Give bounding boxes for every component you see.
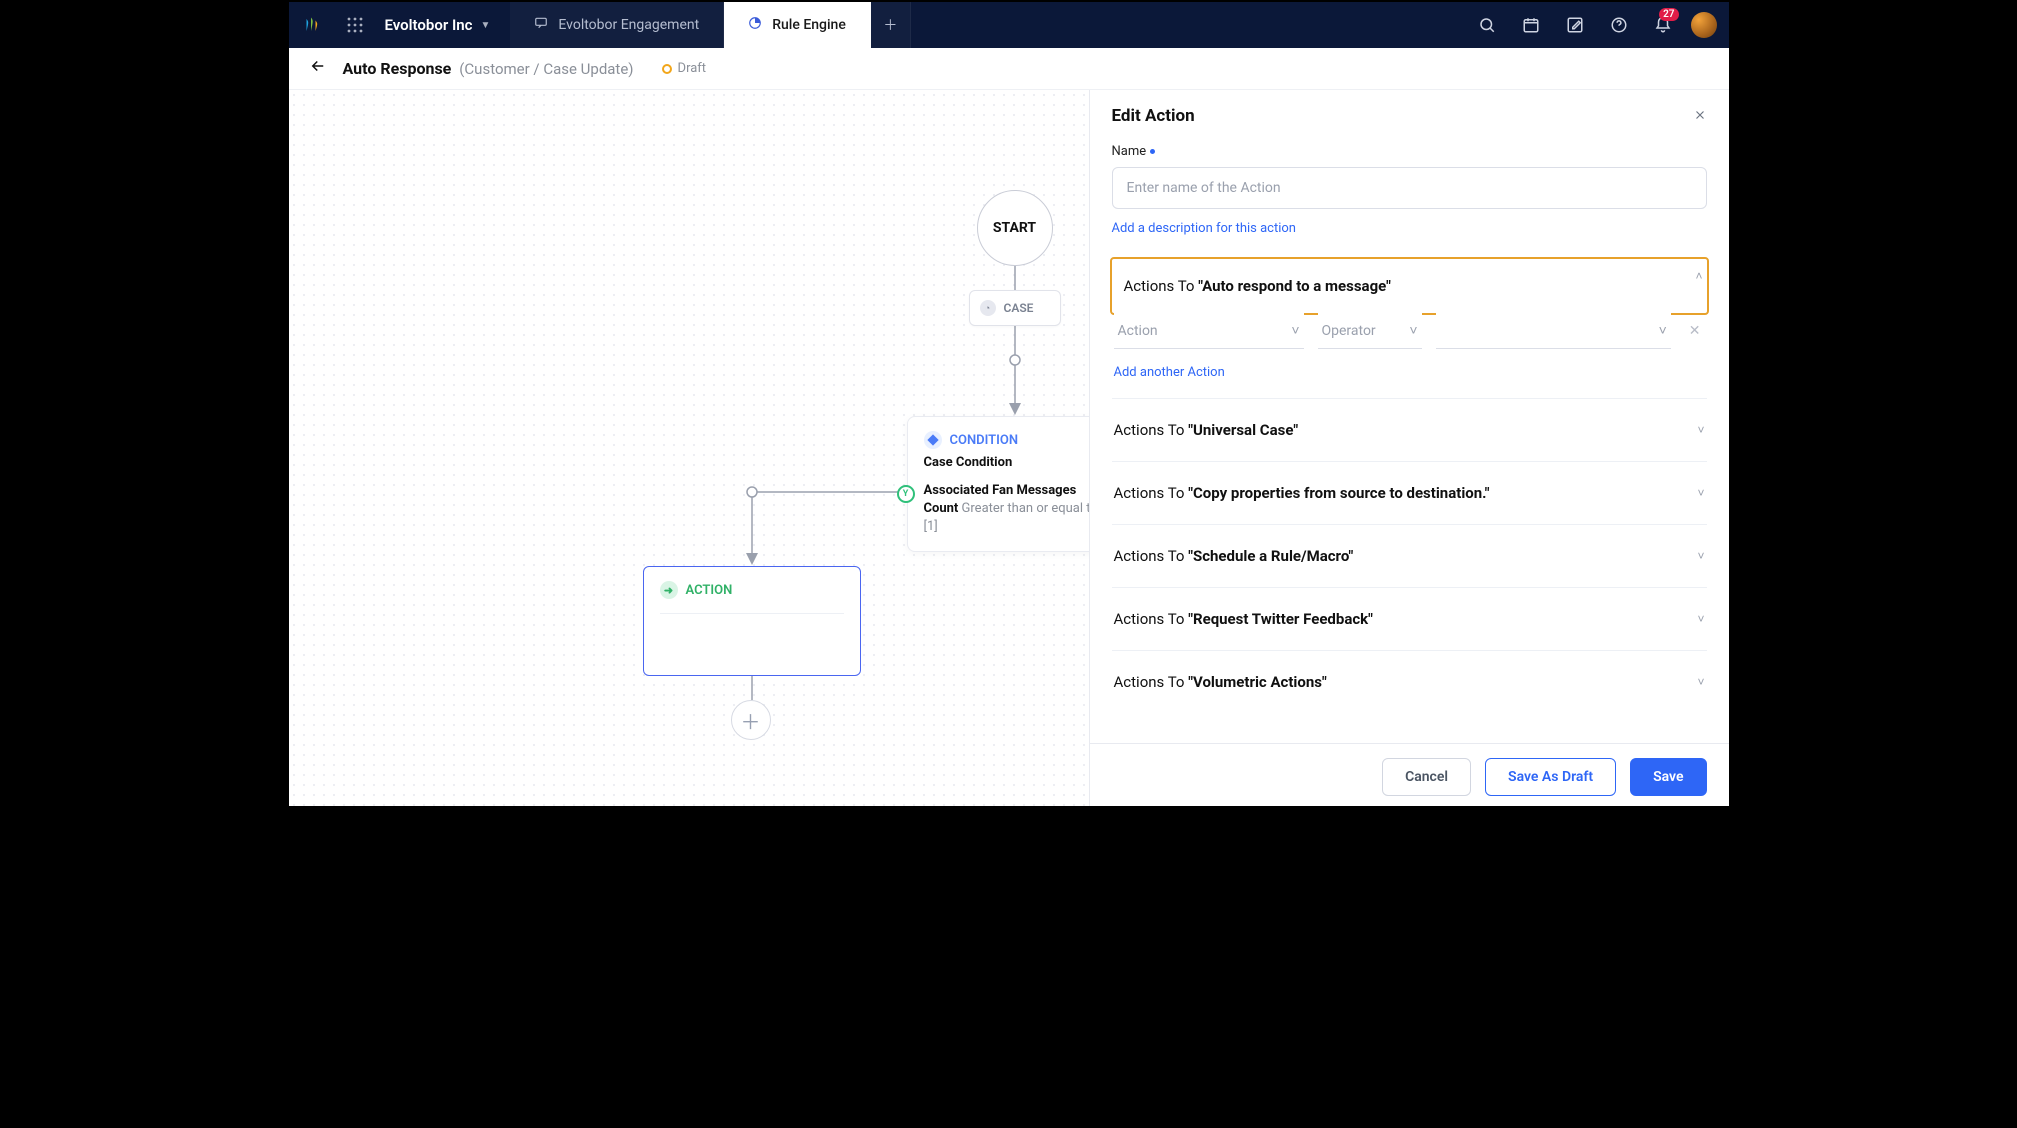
close-panel-button[interactable] [1693,107,1707,126]
actions-section-schedule-rule: Actions To "Schedule a Rule/Macro" ˅ [1112,525,1707,588]
chevron-down-icon: ˅ [1697,612,1704,626]
section-header[interactable]: Actions To "Universal Case" ˅ [1112,399,1707,461]
action-icon: ➜ [660,581,678,599]
tab-engagement[interactable]: Evoltobor Engagement [510,2,724,48]
condition-badge: CONDITION [950,433,1019,448]
actions-section-auto-respond: Actions To "Auto respond to a message" ˄… [1112,257,1707,399]
user-avatar[interactable] [1691,12,1717,38]
flow-case-node[interactable]: ◔ CASE [969,290,1061,326]
panel-footer: Cancel Save As Draft Save [1090,743,1729,808]
chevron-down-icon: ˅ [1659,322,1667,339]
section-header[interactable]: Actions To "Volumetric Actions" ˅ [1112,651,1707,713]
remove-row-button[interactable]: ✕ [1685,323,1705,339]
back-arrow-icon[interactable] [309,57,327,80]
section-header[interactable]: Actions To "Schedule a Rule/Macro" ˅ [1112,525,1707,587]
divider [660,613,844,614]
status-text: Draft [678,61,707,76]
operator-select[interactable]: Operator ˅ [1318,313,1422,349]
top-bar: Evoltobor Inc ▼ Evoltobor Engagement Rul… [289,2,1729,48]
chevron-down-icon: ˅ [1409,322,1417,339]
actions-section-universal-case: Actions To "Universal Case" ˅ [1112,399,1707,462]
action-select[interactable]: Action ˅ [1114,313,1304,349]
yes-branch-badge: Y [897,485,915,503]
condition-subtitle: Case Condition [924,455,1089,470]
action-config-row: Action ˅ Operator ˅ ˅ ✕ [1114,313,1705,349]
add-step-button[interactable]: ＋ [731,700,771,740]
section-header[interactable]: Actions To "Copy properties from source … [1112,462,1707,524]
save-as-draft-button[interactable]: Save As Draft [1485,758,1616,796]
notifications-icon[interactable]: 27 [1643,2,1683,48]
brand-logo [289,16,333,34]
org-switcher[interactable]: Evoltobor Inc ▼ [377,16,511,34]
panel-title: Edit Action [1112,106,1195,126]
page-subheader: Auto Response (Customer / Case Update) D… [289,48,1729,90]
tab-rule-engine[interactable]: Rule Engine [724,2,871,48]
add-tab-button[interactable]: ＋ [871,2,911,48]
chevron-down-icon: ˅ [1697,423,1704,437]
chevron-down-icon: ˅ [1697,486,1704,500]
actions-section-twitter-feedback: Actions To "Request Twitter Feedback" ˅ [1112,588,1707,651]
required-dot-icon [1150,149,1155,154]
cancel-button[interactable]: Cancel [1382,758,1471,796]
page-title-group: Auto Response (Customer / Case Update) [343,59,634,78]
action-label: ACTION [686,583,733,598]
chevron-down-icon: ˅ [1291,322,1299,339]
calendar-icon[interactable] [1511,2,1551,48]
page-title: Auto Response [343,59,452,78]
start-label: START [993,220,1036,236]
section-header[interactable]: Actions To "Request Twitter Feedback" ˅ [1112,588,1707,650]
name-field-label: Name [1112,144,1707,159]
rule-engine-icon [748,16,762,34]
chevron-up-icon: ˄ [1695,269,1702,283]
tab-label: Rule Engine [772,17,846,33]
apps-grid-icon[interactable] [333,17,377,33]
case-icon: ◔ [980,300,996,316]
actions-section-volumetric: Actions To "Volumetric Actions" ˅ [1112,651,1707,713]
condition-body: Associated Fan Messages Count Greater th… [924,482,1089,537]
action-name-input[interactable] [1112,167,1707,209]
compose-icon[interactable] [1555,2,1595,48]
flow-action-node[interactable]: ➜ ACTION [643,566,861,676]
condition-icon [924,431,942,449]
flow-canvas[interactable]: START ◔ CASE Y CONDITION Case Condition … [289,90,1089,806]
org-name: Evoltobor Inc [385,16,473,34]
chat-icon [534,16,548,34]
value-select[interactable]: ˅ [1436,313,1671,349]
actions-section-copy-properties: Actions To "Copy properties from source … [1112,462,1707,525]
help-icon[interactable] [1599,2,1639,48]
status-dot-icon [662,64,672,74]
chevron-down-icon: ˅ [1697,675,1704,689]
chevron-down-icon: ▼ [480,20,490,31]
add-another-action-link[interactable]: Add another Action [1114,365,1225,380]
edit-action-panel: Edit Action Name Add a description for t… [1089,90,1729,808]
flow-condition-node[interactable]: Y CONDITION Case Condition Associated Fa… [907,416,1089,552]
status-badge: Draft [662,61,707,76]
tab-label: Evoltobor Engagement [558,17,699,33]
workspace-tabs: Evoltobor Engagement Rule Engine ＋ [510,2,1466,48]
notification-badge: 27 [1659,8,1678,21]
save-button[interactable]: Save [1630,758,1706,796]
plus-icon: ＋ [741,706,761,735]
add-description-link[interactable]: Add a description for this action [1112,221,1296,236]
page-subtitle: (Customer / Case Update) [459,60,633,78]
search-icon[interactable] [1467,2,1507,48]
section-header[interactable]: Actions To "Auto respond to a message" [1112,259,1707,313]
flow-start-node[interactable]: START [977,190,1053,266]
plus-icon: ＋ [883,15,897,35]
case-label: CASE [1004,301,1034,315]
chevron-down-icon: ˅ [1697,549,1704,563]
